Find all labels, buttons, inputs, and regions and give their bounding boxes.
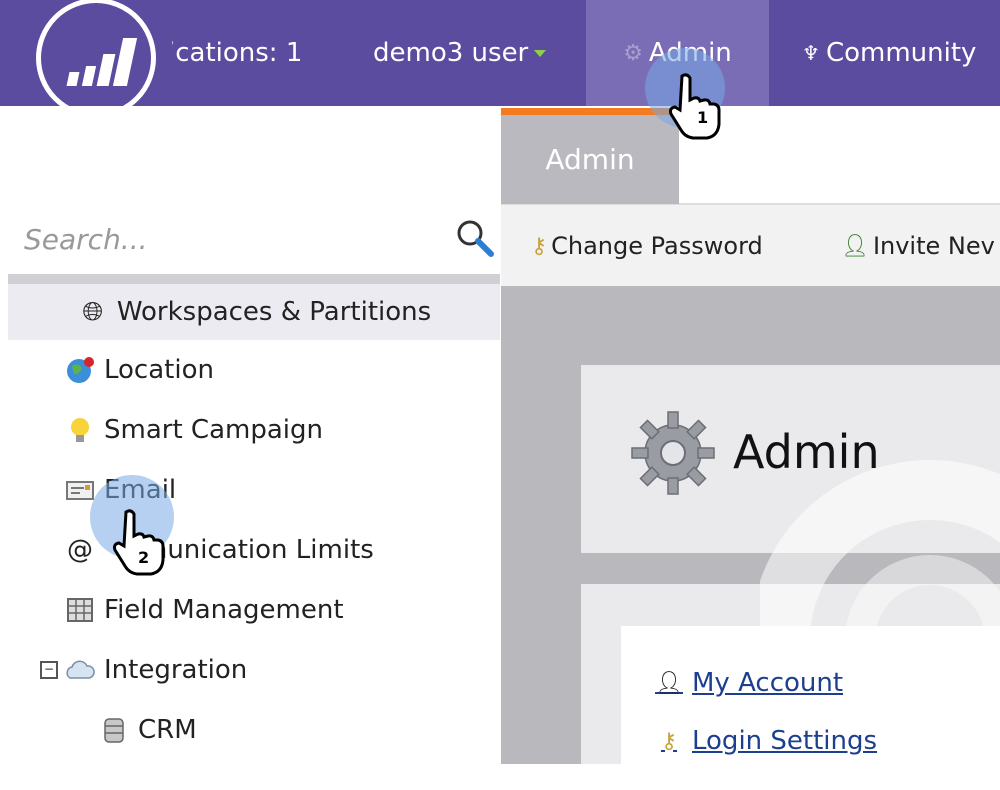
- sidebar-item-workspaces[interactable]: 🌐︎ Workspaces & Partitions: [8, 284, 500, 340]
- search-icon[interactable]: [453, 216, 497, 260]
- tab-admin[interactable]: Admin: [501, 108, 679, 204]
- key-icon: ⚷: [531, 233, 548, 259]
- login-settings-label: Login Settings: [692, 726, 878, 756]
- user-icon: 👤︎: [655, 670, 683, 696]
- step-number: 1: [697, 108, 709, 127]
- sidebar-item-crm[interactable]: CRM: [98, 704, 197, 756]
- sidebar-item-integration[interactable]: − Integration: [40, 644, 247, 696]
- sidebar-item-label: Location: [104, 355, 214, 385]
- community-label: Community: [825, 38, 977, 68]
- collapse-icon[interactable]: −: [40, 661, 58, 679]
- tab-strip: [679, 106, 1000, 204]
- sidebar-item-label: Smart Campaign: [104, 415, 323, 445]
- step-number: 2: [138, 548, 150, 567]
- change-password-button[interactable]: ⚷ Change Password: [531, 205, 763, 287]
- email-icon: [66, 481, 94, 500]
- logo-ring: [36, 0, 156, 118]
- sidebar-item-label: Workspaces & Partitions: [116, 297, 432, 327]
- search-box: [8, 206, 500, 272]
- lightbulb-icon: [71, 418, 89, 442]
- sidebar-item-label: munication Limits: [142, 535, 374, 565]
- key-icon: ⚷: [660, 728, 678, 754]
- community-link[interactable]: ♆ Community: [802, 0, 976, 106]
- notifications-label: ications: 1: [168, 38, 303, 68]
- search-divider: [8, 274, 500, 284]
- at-icon: @: [67, 535, 93, 565]
- sidebar-item-smart-campaign[interactable]: Smart Campaign: [64, 404, 323, 456]
- tab-admin-label: Admin: [545, 143, 635, 176]
- community-icon: ♆: [802, 41, 820, 65]
- sidebar-item-label: Integration: [104, 655, 248, 685]
- hand-cursor-icon: [669, 73, 721, 140]
- hand-cursor-icon: [113, 509, 165, 576]
- gear-icon: ⚙: [623, 40, 643, 66]
- sidebar-item-label: Field Management: [104, 595, 344, 625]
- sidebar-item-field-management[interactable]: Field Management: [64, 584, 344, 636]
- user-name: demo3 user: [373, 38, 529, 68]
- sidebar-item-label: CRM: [138, 715, 197, 745]
- invite-new-label: Invite Nev: [872, 232, 995, 260]
- add-user-icon: 👤︎: [841, 233, 869, 259]
- admin-toolbar: ⚷ Change Password 👤︎ Invite Nev: [501, 204, 1000, 287]
- login-settings-link[interactable]: ⚷ Login Settings: [654, 726, 877, 756]
- my-account-link[interactable]: 👤︎ My Account: [654, 668, 843, 698]
- search-input[interactable]: [8, 212, 428, 266]
- cloud-icon: [66, 660, 95, 679]
- gear-icon: [631, 411, 715, 495]
- my-account-label: My Account: [692, 668, 844, 698]
- database-icon: [104, 718, 124, 743]
- chevron-down-icon: [534, 49, 547, 57]
- page-title: Admin: [733, 425, 880, 479]
- notifications-link[interactable]: ications: 1: [168, 0, 302, 106]
- invite-new-user-button[interactable]: 👤︎ Invite Nev: [841, 205, 995, 287]
- change-password-label: Change Password: [551, 232, 763, 260]
- sidebar-item-location[interactable]: Location: [64, 344, 214, 396]
- user-menu[interactable]: demo3 user: [373, 0, 547, 106]
- globe-icon: 🌐︎: [82, 297, 104, 327]
- grid-icon: [67, 598, 93, 622]
- earth-icon: [67, 357, 94, 383]
